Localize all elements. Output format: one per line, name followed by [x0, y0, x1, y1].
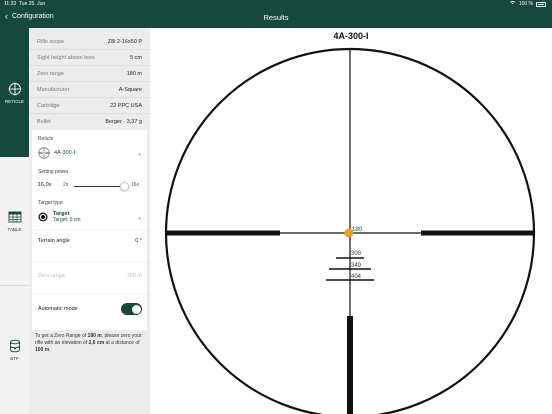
info-row-manufacturer: Manufacturer A-Square: [29, 82, 150, 98]
crosshair-icon: [8, 82, 21, 95]
power-slider-fill: [74, 186, 125, 187]
info-row-cartridge: Cartridge .22 PPC USA: [29, 98, 150, 114]
rail-item-reticle[interactable]: RETICLE: [0, 28, 29, 157]
info-row-rifle-scope: Rifle scope Z8i 2-16x50 P: [29, 34, 150, 50]
rail-label-table: TABLE: [7, 227, 22, 232]
target-select-value: Target Target: 0 cm: [38, 211, 81, 223]
power-min: 2x: [63, 182, 69, 188]
target-icon: [38, 212, 48, 222]
info-label: Sight height above bore: [37, 54, 96, 61]
side-rail: RETICLE TABLE BTF: [0, 28, 29, 414]
mark-label-180: 180: [352, 227, 363, 233]
settings-card: Reticle 4A-300-I ⌄ Setting power 16,0x 2…: [32, 130, 147, 330]
hint-bold: 180 m: [87, 333, 102, 339]
target-text: Target Target: 0 cm: [53, 211, 81, 223]
battery-icon: [536, 2, 546, 7]
status-bar: 11:33 Tue 25. Jun 100 %: [0, 0, 552, 9]
target-sub: Target: 0 cm: [53, 217, 81, 223]
power-max: 16x: [131, 182, 140, 188]
info-row-sight-height: Sight height above bore 5 cm: [29, 50, 150, 66]
reticle-select-value: 4A-300-I: [38, 147, 75, 159]
reticle-value: 4A-300-I: [54, 150, 76, 156]
chevron-down-icon: ⌄: [136, 214, 142, 221]
info-label: Bullet: [37, 119, 51, 125]
reticle-canvas: 180 300 349 404: [164, 47, 536, 414]
status-time: 11:33 Tue 25. Jun: [4, 0, 45, 9]
mark-label-300: 300: [351, 251, 362, 257]
zero-range-label: Zero range: [38, 273, 65, 279]
mark-label-404: 404: [351, 274, 362, 280]
automatic-mode-label: Automatic mode: [38, 306, 78, 312]
power-current: 16,0x: [38, 182, 52, 188]
table-icon: [8, 211, 21, 223]
zero-range-row: Zero range 180 m: [38, 273, 142, 279]
bottom-thick-post: [347, 316, 353, 414]
right-thick-bar: [421, 230, 534, 236]
terrain-angle-label: Terrain angle: [38, 238, 70, 244]
info-value: 180 m: [126, 70, 142, 77]
status-date: Tue 25. Jun: [18, 1, 46, 7]
divider: [32, 230, 147, 231]
left-thick-bar: [166, 230, 280, 236]
page-title: Results: [263, 13, 289, 22]
hint-text: .: [49, 347, 51, 353]
status-time-text: 11:33: [4, 1, 17, 7]
hint-bold: 100 m: [35, 347, 50, 353]
aim-point-dot: [344, 228, 354, 238]
rail-label-btf: BTF: [10, 356, 19, 361]
info-value: Z8i 2-16x50 P: [107, 38, 142, 45]
info-label: Zero range: [37, 70, 64, 77]
info-value: Berger · 3,37 g: [105, 119, 142, 125]
info-value: 5 cm: [130, 54, 142, 61]
rail-item-btf[interactable]: BTF: [0, 286, 29, 414]
mark-label-349: 349: [351, 263, 362, 269]
info-label: Rifle scope: [37, 38, 65, 45]
reticle-label: Reticle: [38, 136, 54, 142]
terrain-angle-row[interactable]: Terrain angle 0 °: [38, 238, 142, 244]
target-type-label: Target type: [38, 200, 63, 206]
zero-hint: To get a Zero Range of 180 m, please zer…: [35, 333, 143, 354]
battery-level: 100 %: [518, 1, 533, 7]
zero-range-value: 180 m: [126, 273, 142, 279]
hint-text: at a distance of: [104, 340, 140, 346]
top-bar: 11:33 Tue 25. Jun 100 % ‹ Configuration …: [0, 0, 552, 28]
bullet-icon: [9, 339, 20, 353]
rail-label-reticle: RETICLE: [4, 98, 24, 104]
info-label: Cartridge: [37, 102, 60, 109]
scope-view: 4A-300-I 180 300 349 404: [150, 28, 552, 414]
info-row-bullet: Bullet Berger · 3,37 g: [29, 114, 150, 130]
reticle-crosshair-icon: [38, 147, 50, 159]
info-row-zero-range: Zero range 180 m: [29, 66, 150, 82]
rail-item-table[interactable]: TABLE: [0, 157, 29, 285]
info-value: A-Square: [118, 86, 142, 93]
reticle-select[interactable]: 4A-300-I ⌄: [38, 146, 142, 160]
power-label: Setting power: [38, 169, 69, 175]
hint-bold: 2,6 cm: [88, 340, 105, 346]
hint-text: To get a Zero Range of: [35, 333, 88, 339]
divider: [32, 294, 147, 295]
automatic-mode-toggle[interactable]: [121, 303, 142, 315]
wifi-icon: [509, 0, 516, 9]
settings-panel: Rifle scope Z8i 2-16x50 P Sight height a…: [29, 28, 150, 414]
terrain-angle-value: 0 °: [135, 238, 142, 244]
target-type-select[interactable]: Target Target: 0 cm ⌄: [38, 208, 142, 226]
divider: [32, 262, 147, 263]
status-right: 100 %: [509, 0, 546, 9]
chevron-down-icon: ⌄: [136, 150, 142, 157]
info-value: .22 PPC USA: [108, 102, 142, 109]
info-label: Manufacturer: [37, 86, 70, 93]
power-slider-thumb[interactable]: [119, 181, 129, 191]
